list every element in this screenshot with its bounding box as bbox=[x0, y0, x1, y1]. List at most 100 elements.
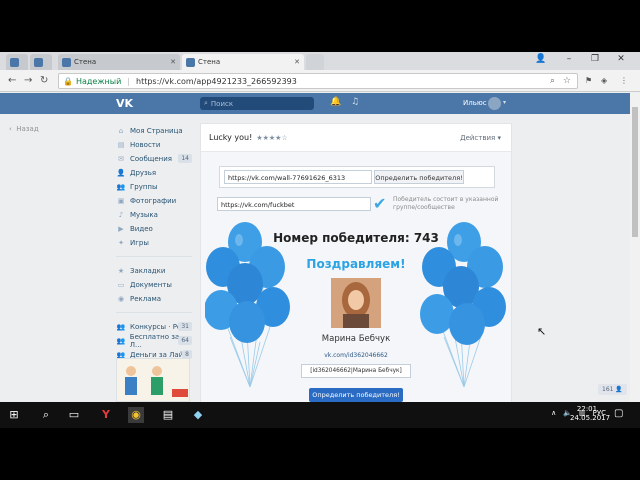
sidebar-item-video[interactable]: ▶ Видео bbox=[116, 222, 192, 236]
back-link[interactable]: ‹ Назад bbox=[9, 125, 39, 133]
winner-mention-field[interactable]: [id362046662|Марина Бебчук] bbox=[301, 364, 411, 378]
extension-icon[interactable]: ⚑ bbox=[585, 76, 592, 85]
tab-pinned-2[interactable] bbox=[30, 54, 52, 70]
sidebar-item-friends[interactable]: 👤 Друзья bbox=[116, 166, 192, 180]
tab-wall-2[interactable]: Стена ✕ bbox=[182, 54, 304, 70]
clock[interactable]: 22:01 24.05.2017 bbox=[570, 405, 611, 423]
tab-wall-1[interactable]: Стена ✕ bbox=[58, 54, 180, 70]
news-icon: ▤ bbox=[117, 141, 125, 149]
forward-arrow-icon[interactable]: → bbox=[24, 75, 32, 86]
search-icon: ⌕ bbox=[204, 99, 208, 107]
ad-illustration bbox=[117, 359, 189, 401]
bookmark-star-icon[interactable]: ☆ bbox=[563, 76, 571, 86]
vk-favicon-icon bbox=[62, 57, 71, 67]
mouse-cursor-icon: ↖ bbox=[537, 325, 547, 338]
star-icon: ★ bbox=[117, 267, 125, 275]
bell-icon[interactable]: 🔔 bbox=[330, 97, 341, 107]
sidebar-item-photos[interactable]: ▣ Фотографии bbox=[116, 194, 192, 208]
menu-icon[interactable]: ⋮ bbox=[620, 76, 628, 85]
vk-favicon-icon bbox=[34, 57, 43, 67]
messages-count: 14 bbox=[178, 154, 192, 163]
sidebar-item-news[interactable]: ▤ Новости bbox=[116, 138, 192, 152]
extension-icon-2[interactable]: ◈ bbox=[601, 76, 607, 85]
close-window-icon[interactable]: ✕ bbox=[614, 54, 628, 64]
ad-banner[interactable] bbox=[116, 358, 190, 402]
actions-dropdown[interactable]: Действия ▾ bbox=[460, 134, 501, 142]
photo-icon: ▣ bbox=[117, 197, 125, 205]
search-placeholder: Поиск bbox=[210, 99, 234, 108]
sidebar-item-my-page[interactable]: ⌂ Моя Страница bbox=[116, 124, 192, 138]
vk-logo[interactable]: VK bbox=[116, 97, 133, 110]
sidebar-item-contests[interactable]: 👥 Конкурсы · Роз... 31 bbox=[116, 320, 192, 334]
yandex-browser-icon[interactable]: Y bbox=[98, 407, 114, 423]
winner-number-title: Номер победителя: 743 bbox=[273, 231, 439, 245]
avatar[interactable] bbox=[488, 97, 501, 110]
ads-icon: ◉ bbox=[117, 295, 125, 303]
notifications-icon[interactable]: ▢ bbox=[614, 408, 623, 419]
winner-photo[interactable] bbox=[331, 278, 381, 328]
vk-favicon-icon bbox=[186, 57, 195, 67]
close-icon[interactable]: ✕ bbox=[170, 58, 176, 66]
chevron-down-icon[interactable]: ▾ bbox=[503, 99, 506, 106]
groups-icon: 👥 bbox=[116, 323, 126, 331]
user-name[interactable]: Ильюс bbox=[463, 99, 487, 107]
sidebar-item-ads[interactable]: ◉ Реклама bbox=[116, 292, 192, 306]
chevron-up-icon[interactable]: ∧ bbox=[551, 409, 556, 417]
group-url-input[interactable]: https://vk.com/fuckbet bbox=[217, 197, 371, 211]
home-icon: ⌂ bbox=[118, 127, 124, 135]
back-arrow-icon[interactable]: ← bbox=[8, 75, 16, 86]
docs-icon: ▭ bbox=[117, 281, 125, 289]
chrome-icon[interactable]: ◉ bbox=[128, 407, 144, 423]
music-note-icon[interactable]: ♫ bbox=[351, 97, 359, 107]
browser-window: Стена ✕ Стена ✕ 👤 – ❐ ✕ ← → ↻ 🔒 Надежный… bbox=[0, 52, 640, 402]
balloons-right-illustration bbox=[420, 222, 506, 388]
video-icon: ▶ bbox=[118, 225, 124, 233]
clock-time: 22:01 bbox=[576, 405, 598, 413]
sidebar-item-bookmarks[interactable]: ★ Закладки bbox=[116, 264, 192, 278]
winner-profile-link[interactable]: vk.com/id362046662 bbox=[201, 352, 511, 359]
app-icon[interactable]: ▤ bbox=[160, 407, 176, 423]
scrollbar-thumb[interactable] bbox=[632, 107, 638, 237]
reload-icon[interactable]: ↻ bbox=[40, 75, 48, 86]
group-condition-label: Победитель состоит в указанной группе/со… bbox=[393, 196, 499, 211]
sidebar-item-music[interactable]: ♪ Музыка bbox=[116, 208, 192, 222]
minimize-icon[interactable]: – bbox=[562, 54, 576, 64]
sidebar-item-messages[interactable]: ✉ Сообщения 14 bbox=[116, 152, 192, 166]
sidebar-item-free[interactable]: 👥 Бесплатно за Л... 64 bbox=[116, 333, 192, 349]
app-body: https://vk.com/wall-77691626_6313 Опреде… bbox=[201, 152, 511, 402]
sidebar-item-games[interactable]: ✦ Игры bbox=[116, 236, 192, 250]
groups-icon: 👥 bbox=[116, 183, 126, 191]
task-view-icon[interactable]: ▭ bbox=[66, 407, 82, 423]
url-field[interactable]: 🔒 Надежный | https://vk.com/app4921233_2… bbox=[58, 73, 578, 89]
viewers-counter[interactable]: 161 👤 bbox=[598, 384, 627, 395]
congratulations-heading: Поздравляем! bbox=[306, 257, 406, 271]
secure-label: Надежный bbox=[75, 76, 122, 86]
clock-date: 24.05.2017 bbox=[570, 414, 611, 422]
sidebar-item-documents[interactable]: ▭ Документы bbox=[116, 278, 192, 292]
app-icon-2[interactable]: ◆ bbox=[190, 407, 206, 423]
determine-winner-button[interactable]: Определить победителя! bbox=[374, 170, 464, 184]
profile-icon[interactable]: 👤 bbox=[534, 54, 548, 64]
search-icon[interactable]: ⌕ bbox=[38, 407, 54, 423]
app-header: Lucky you! ★★★★☆ Действия ▾ bbox=[201, 124, 511, 152]
vk-header: VK ⌕ Поиск 🔔 ♫ Ильюс ▾ bbox=[0, 93, 630, 114]
sidebar-item-groups[interactable]: 👥 Группы bbox=[116, 180, 192, 194]
determine-winner-button-2[interactable]: Определить победителя! bbox=[309, 388, 403, 402]
scrollbar[interactable] bbox=[630, 93, 640, 402]
new-tab-button[interactable] bbox=[306, 54, 324, 70]
sidebar: ⌂ Моя Страница ▤ Новости ✉ Сообщения 14 👤 Дру… bbox=[116, 124, 192, 362]
url-text: https://vk.com/app4921233_266592393 bbox=[136, 76, 297, 86]
rating-stars: ★★★★☆ bbox=[256, 133, 288, 142]
search-icon[interactable]: ⌕ bbox=[550, 76, 555, 86]
lock-icon: 🔒 bbox=[63, 76, 73, 86]
close-icon[interactable]: ✕ bbox=[294, 58, 300, 66]
friends-icon: 👤 bbox=[116, 169, 126, 177]
wall-url-input[interactable]: https://vk.com/wall-77691626_6313 bbox=[224, 170, 372, 184]
tab-label: Стена bbox=[198, 58, 221, 66]
vk-search-input[interactable]: ⌕ Поиск bbox=[200, 97, 314, 110]
app-title: Lucky you! bbox=[209, 133, 253, 142]
maximize-icon[interactable]: ❐ bbox=[588, 54, 602, 64]
checkmark-icon[interactable]: ✔ bbox=[373, 194, 386, 213]
windows-start-icon[interactable]: ⊞ bbox=[6, 407, 22, 423]
tab-pinned[interactable] bbox=[6, 54, 28, 70]
